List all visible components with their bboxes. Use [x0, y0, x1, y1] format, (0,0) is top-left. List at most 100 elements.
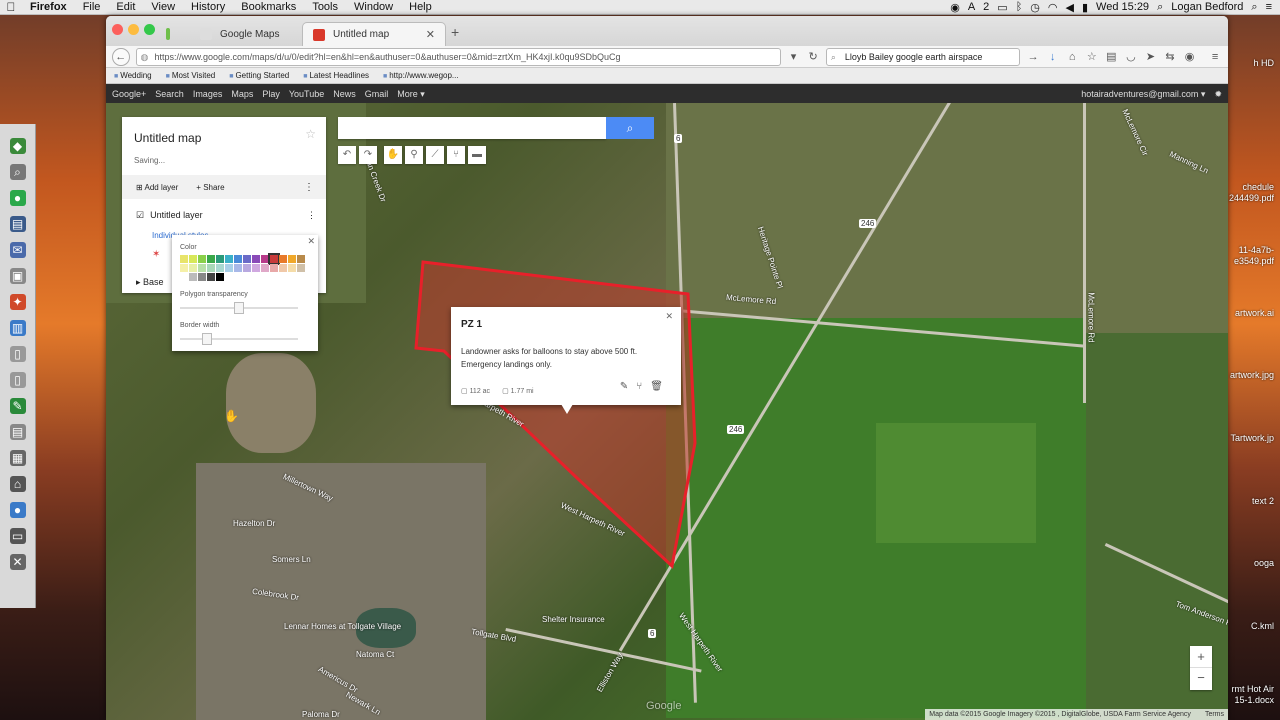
download-icon[interactable]: ↓	[1046, 51, 1060, 63]
color-swatch[interactable]	[252, 264, 260, 272]
color-swatch[interactable]	[268, 253, 280, 265]
list-icon[interactable]: ≡	[1266, 1, 1272, 13]
desktop-file[interactable]: C.kml	[1251, 621, 1274, 631]
share-icon[interactable]: ⇆	[1163, 50, 1177, 63]
printer-icon[interactable]: ▦	[9, 450, 26, 466]
wifi-icon[interactable]: ◠	[1048, 1, 1058, 14]
pen-icon[interactable]: ✎	[9, 398, 26, 414]
desktop-file[interactable]: ooga	[1254, 558, 1274, 568]
desktop-file[interactable]: Tartwork.jp	[1230, 433, 1274, 443]
reading-list-icon[interactable]: ▤	[1105, 50, 1119, 63]
app-icon-maps[interactable]: ◆	[9, 138, 26, 154]
desktop-file[interactable]: text 2	[1252, 496, 1274, 506]
adobe-icon[interactable]: A	[968, 1, 975, 13]
back-button[interactable]: ←	[112, 47, 130, 66]
map-title[interactable]: Untitled map	[134, 131, 201, 145]
mail-icon[interactable]: ✉	[9, 242, 26, 258]
tab-google-maps[interactable]: Google Maps	[190, 22, 300, 46]
desktop-file[interactable]: artwork.jpg	[1230, 370, 1274, 380]
pinned-tab[interactable]	[160, 22, 184, 46]
transparency-slider[interactable]	[180, 302, 298, 314]
bookmark-getting-started[interactable]: Getting Started	[229, 71, 289, 80]
bookmark-wedding[interactable]: Wedding	[114, 71, 151, 80]
color-swatch[interactable]	[279, 255, 287, 263]
chat-icon[interactable]: ◉	[1183, 50, 1197, 63]
polygon-style-icon[interactable]: ✶	[152, 249, 160, 260]
record-icon[interactable]: ◉	[950, 1, 960, 14]
reload-icon[interactable]: ↻	[806, 50, 820, 63]
marker-icon[interactable]: ⚲	[405, 146, 423, 164]
close-info-icon[interactable]: ✕	[665, 311, 673, 322]
color-swatch[interactable]	[225, 264, 233, 272]
bluetooth-icon[interactable]: ᛒ	[1016, 1, 1023, 13]
send-icon[interactable]: ➤	[1144, 50, 1158, 63]
zoom-in-button[interactable]: +	[1190, 646, 1212, 668]
map-canvas[interactable]: 6 246 246 6 McLemore Rd McLemore Rd Heri…	[106, 103, 1228, 720]
terms-link[interactable]: Terms	[1205, 709, 1224, 720]
color-swatch[interactable]	[198, 255, 206, 263]
redo-icon[interactable]: ↷	[359, 146, 377, 164]
color-swatch[interactable]	[243, 264, 251, 272]
menu-view[interactable]: View	[143, 0, 183, 15]
close-popup-icon[interactable]: ✕	[307, 236, 315, 247]
color-swatch[interactable]	[216, 273, 224, 281]
search-icon[interactable]: ⌕	[1251, 1, 1257, 14]
draw-line-icon[interactable]: ⟋	[426, 146, 444, 164]
color-swatch[interactable]	[288, 264, 296, 272]
menu-app-name[interactable]: Firefox	[22, 0, 75, 15]
color-swatch[interactable]	[180, 255, 188, 263]
color-swatch[interactable]	[207, 255, 215, 263]
document-icon[interactable]: ▤	[9, 216, 26, 232]
pocket-icon[interactable]: ◡	[1124, 50, 1138, 63]
volume-icon[interactable]: ◀	[1066, 1, 1074, 14]
color-swatch[interactable]	[234, 255, 242, 263]
gbar-more[interactable]: More ▾	[397, 89, 425, 100]
gbar-maps[interactable]: Maps	[231, 89, 253, 99]
color-swatch[interactable]	[234, 264, 242, 272]
color-swatch[interactable]	[180, 264, 188, 272]
border-width-slider-handle[interactable]	[201, 333, 212, 345]
hamburger-menu-icon[interactable]: ≡	[1208, 51, 1222, 63]
gbar-images[interactable]: Images	[193, 89, 223, 99]
gbar-youtube[interactable]: YouTube	[289, 89, 324, 99]
desktop-file[interactable]: chedule	[1242, 182, 1274, 192]
color-swatch[interactable]	[261, 264, 269, 272]
gbar-gmail[interactable]: Gmail	[365, 89, 389, 99]
menu-help[interactable]: Help	[401, 0, 440, 15]
color-swatch[interactable]	[270, 264, 278, 272]
style-paint-icon[interactable]: ⑂	[636, 381, 642, 392]
minimize-window-button[interactable]	[128, 24, 139, 35]
color-swatch[interactable]	[225, 255, 233, 263]
color-swatch[interactable]	[261, 255, 269, 263]
desktop-file[interactable]: 244499.pdf	[1229, 193, 1274, 203]
edit-pencil-icon[interactable]: ✎	[620, 381, 628, 392]
color-swatch[interactable]	[252, 255, 260, 263]
tab-untitled-map[interactable]: Untitled map ✕	[302, 22, 446, 46]
layer-options-icon[interactable]: ⋮	[307, 210, 316, 221]
zoom-out-button[interactable]: −	[1190, 668, 1212, 690]
menu-tools[interactable]: Tools	[304, 0, 346, 15]
color-swatch[interactable]	[198, 264, 206, 272]
color-swatch[interactable]	[216, 264, 224, 272]
menu-history[interactable]: History	[183, 0, 233, 15]
menu-file[interactable]: File	[75, 0, 109, 15]
display-icon[interactable]: ▭	[997, 1, 1007, 14]
map-options-icon[interactable]: ⋮	[304, 182, 314, 193]
home-icon[interactable]: ⌂	[1065, 51, 1079, 63]
menubar-clock[interactable]: Wed 15:29	[1096, 1, 1149, 13]
bank-icon[interactable]: ⌂	[9, 476, 26, 492]
color-swatch[interactable]	[297, 264, 305, 272]
gbar-search[interactable]: Search	[155, 89, 184, 99]
color-swatch[interactable]	[288, 255, 296, 263]
directions-icon[interactable]: ⑂	[447, 146, 465, 164]
settings-icon[interactable]: ✕	[9, 554, 26, 570]
page-icon[interactable]: ▯	[9, 346, 26, 362]
url-bar[interactable]: ◍ https://www.google.com/maps/d/u/0/edit…	[135, 47, 781, 66]
color-swatch[interactable]	[189, 264, 197, 272]
account-email[interactable]: hotairadventures@gmail.com ▾	[1081, 89, 1205, 100]
gbar-googleplus[interactable]: Google+	[112, 89, 146, 99]
layer-checkbox[interactable]: ☑	[136, 210, 144, 221]
desktop-file[interactable]: 11-4a7b-	[1239, 245, 1274, 255]
bookmark-most-visited[interactable]: Most Visited	[166, 71, 215, 80]
contact-icon[interactable]: ●	[9, 190, 26, 206]
